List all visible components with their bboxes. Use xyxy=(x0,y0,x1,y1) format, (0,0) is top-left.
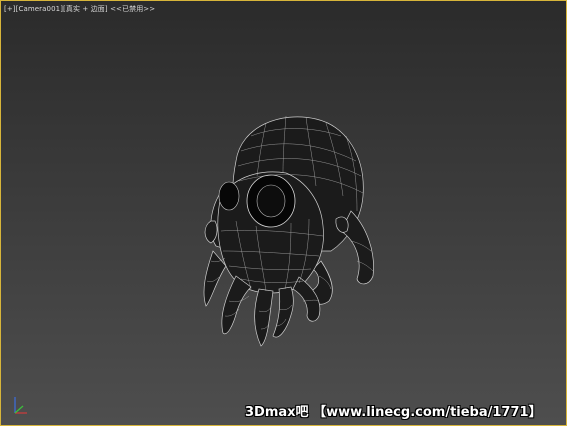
camera-viewport[interactable]: [+][Camera001][真实 + 边面] <<已禁用>> 3Dmax吧 【… xyxy=(0,0,567,426)
viewport-disabled-label[interactable]: <<已禁用>> xyxy=(110,5,155,13)
viewport-shading-menu[interactable]: [真实 + 边面] xyxy=(63,5,108,13)
viewport-label-menu: [+][Camera001][真实 + 边面] <<已禁用>> xyxy=(4,4,155,14)
watermark-text: 3Dmax吧 【www.linecg.com/tieba/1771】 xyxy=(245,405,542,420)
viewport-general-menu[interactable]: [+] xyxy=(4,5,16,13)
axis-tripod-icon xyxy=(14,397,27,414)
viewport-camera-menu[interactable]: [Camera001] xyxy=(16,5,63,13)
octopus-skull-wireframe-icon xyxy=(203,115,374,347)
